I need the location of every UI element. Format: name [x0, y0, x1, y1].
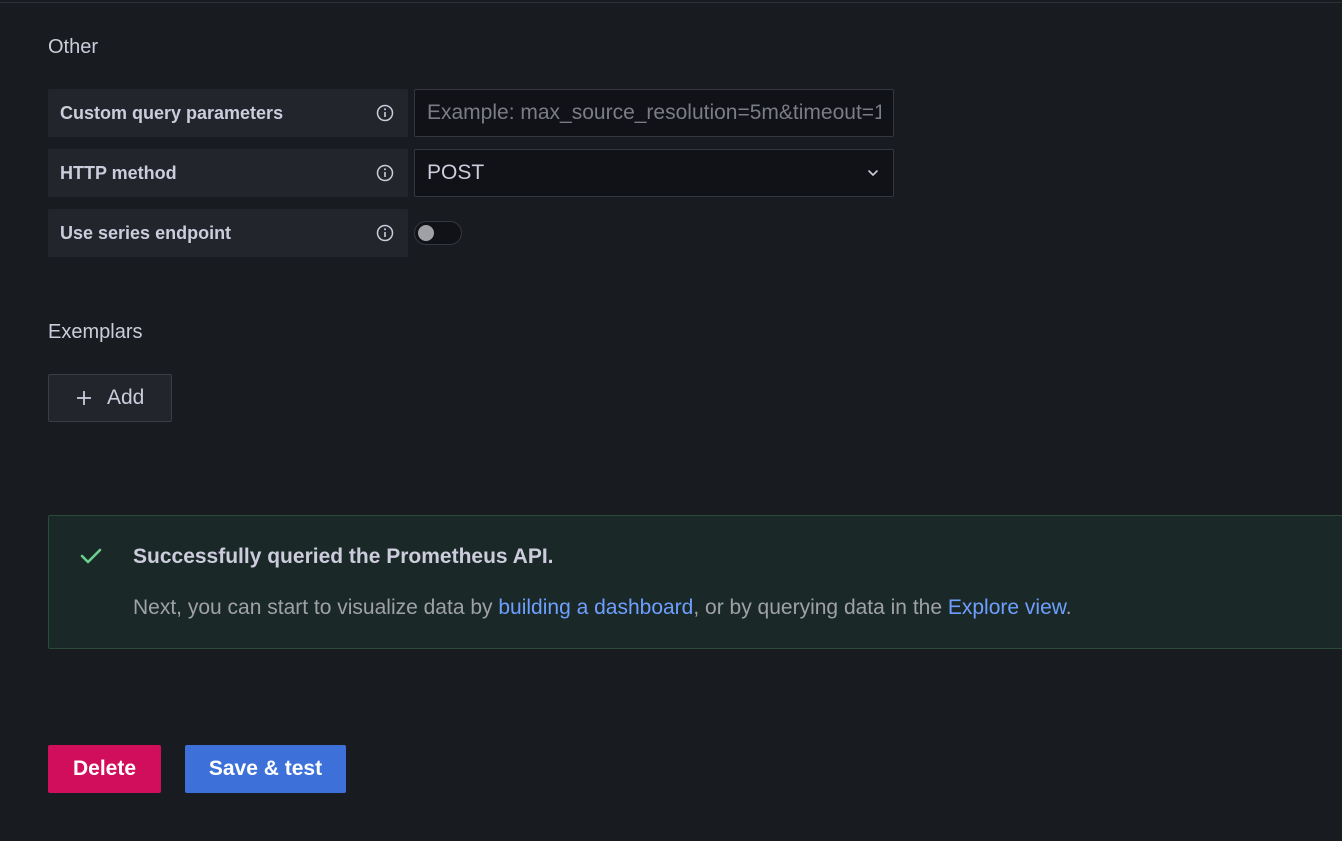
http-method-label: HTTP method [60, 162, 177, 183]
section-title-other: Other [48, 36, 99, 58]
add-exemplar-label: Add [107, 386, 145, 409]
custom-query-label-box: Custom query parameters [48, 89, 408, 137]
toggle-knob [418, 225, 434, 241]
info-icon[interactable] [376, 164, 394, 182]
series-endpoint-toggle[interactable] [414, 221, 462, 245]
alert-body: Next, you can start to visualize data by… [133, 596, 1072, 620]
section-title-exemplars: Exemplars [48, 321, 143, 343]
explore-view-link[interactable]: Explore view [948, 596, 1066, 619]
custom-query-label: Custom query parameters [60, 102, 284, 123]
info-icon[interactable] [376, 224, 394, 242]
http-method-select[interactable]: POST [414, 149, 894, 197]
add-exemplar-button[interactable]: Add [48, 374, 172, 422]
top-divider [0, 2, 1342, 3]
delete-button[interactable]: Delete [48, 745, 161, 793]
custom-query-input[interactable] [414, 89, 894, 137]
series-endpoint-label: Use series endpoint [60, 222, 232, 243]
save-test-button[interactable]: Save & test [185, 745, 346, 793]
info-icon[interactable] [376, 104, 394, 122]
series-endpoint-label-box: Use series endpoint [48, 209, 408, 257]
plus-icon [77, 391, 91, 405]
alert-body-prefix: Next, you can start to visualize data by [133, 596, 499, 619]
http-method-value: POST [427, 161, 485, 184]
check-icon [80, 548, 102, 564]
http-method-label-box: HTTP method [48, 149, 408, 197]
building-dashboard-link[interactable]: building a dashboard [498, 596, 693, 619]
chevron-down-icon [868, 170, 878, 176]
alert-title: Successfully queried the Prometheus API. [133, 545, 554, 568]
alert-body-suffix: . [1065, 596, 1072, 619]
success-alert: Successfully queried the Prometheus API.… [48, 515, 1342, 649]
alert-body-middle: , or by querying data in the [693, 596, 948, 619]
